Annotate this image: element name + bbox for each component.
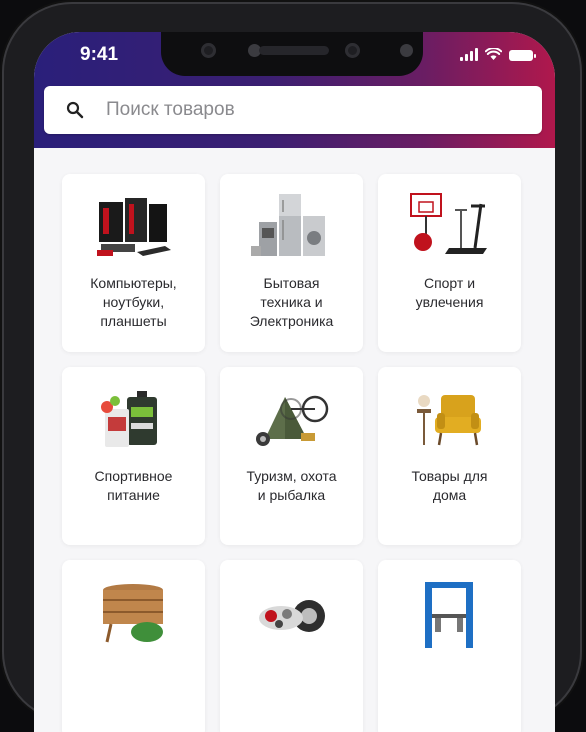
category-card-car-lift[interactable] xyxy=(378,560,521,732)
search-icon xyxy=(66,101,84,119)
category-card-garden[interactable] xyxy=(62,560,205,732)
category-card-auto-parts[interactable] xyxy=(220,560,363,732)
status-icons xyxy=(460,48,536,61)
speaker-grille xyxy=(259,46,329,55)
category-card-sports-nutrition[interactable]: Спортивное питание xyxy=(62,367,205,545)
wifi-icon xyxy=(485,48,502,60)
category-label: Бытовая техника и Электроника xyxy=(249,275,334,329)
sports-icon xyxy=(410,193,487,254)
home-goods-icon xyxy=(417,395,481,446)
category-label: Туризм, охота и рыбалка xyxy=(246,468,337,503)
app-screen: 9:41 Поиск товаров Компьютеры, ноутбуки,… xyxy=(34,32,555,732)
category-card-home-goods[interactable]: Товары для дома xyxy=(378,367,521,545)
auto-parts-icon xyxy=(259,600,325,632)
sensor-icon xyxy=(201,43,216,58)
garden-icon xyxy=(103,584,163,643)
category-label: Товары для дома xyxy=(411,468,488,503)
category-card-tourism[interactable]: Туризм, охота и рыбалка xyxy=(220,367,363,545)
category-card-appliances[interactable]: Бытовая техника и Электроника xyxy=(220,174,363,352)
appliances-icon xyxy=(251,194,325,256)
category-label: Спортивное питание xyxy=(94,468,173,503)
category-label: Спорт и увлечения xyxy=(415,275,484,310)
search-bar[interactable] xyxy=(44,86,542,134)
category-grid: Компьютеры, ноутбуки, планшеты Бытовая т… xyxy=(62,174,526,732)
phone-frame: 9:41 Поиск товаров Компьютеры, ноутбуки,… xyxy=(2,2,582,732)
category-label: Компьютеры, ноутбуки, планшеты xyxy=(90,275,177,329)
notch xyxy=(161,32,423,76)
camera-icon xyxy=(345,43,360,58)
category-card-sports[interactable]: Спорт и увлечения xyxy=(378,174,521,352)
battery-icon xyxy=(509,50,536,61)
search-input[interactable] xyxy=(104,98,488,122)
status-time: 9:41 xyxy=(80,44,119,65)
sensor-dot-icon xyxy=(400,44,413,57)
car-lift-icon xyxy=(425,582,473,648)
category-card-computers[interactable]: Компьютеры, ноутбуки, планшеты xyxy=(62,174,205,352)
sports-nutrition-icon xyxy=(101,391,157,447)
computers-icon xyxy=(97,198,171,256)
tourism-icon xyxy=(256,395,329,446)
cellular-signal-icon xyxy=(460,48,478,61)
